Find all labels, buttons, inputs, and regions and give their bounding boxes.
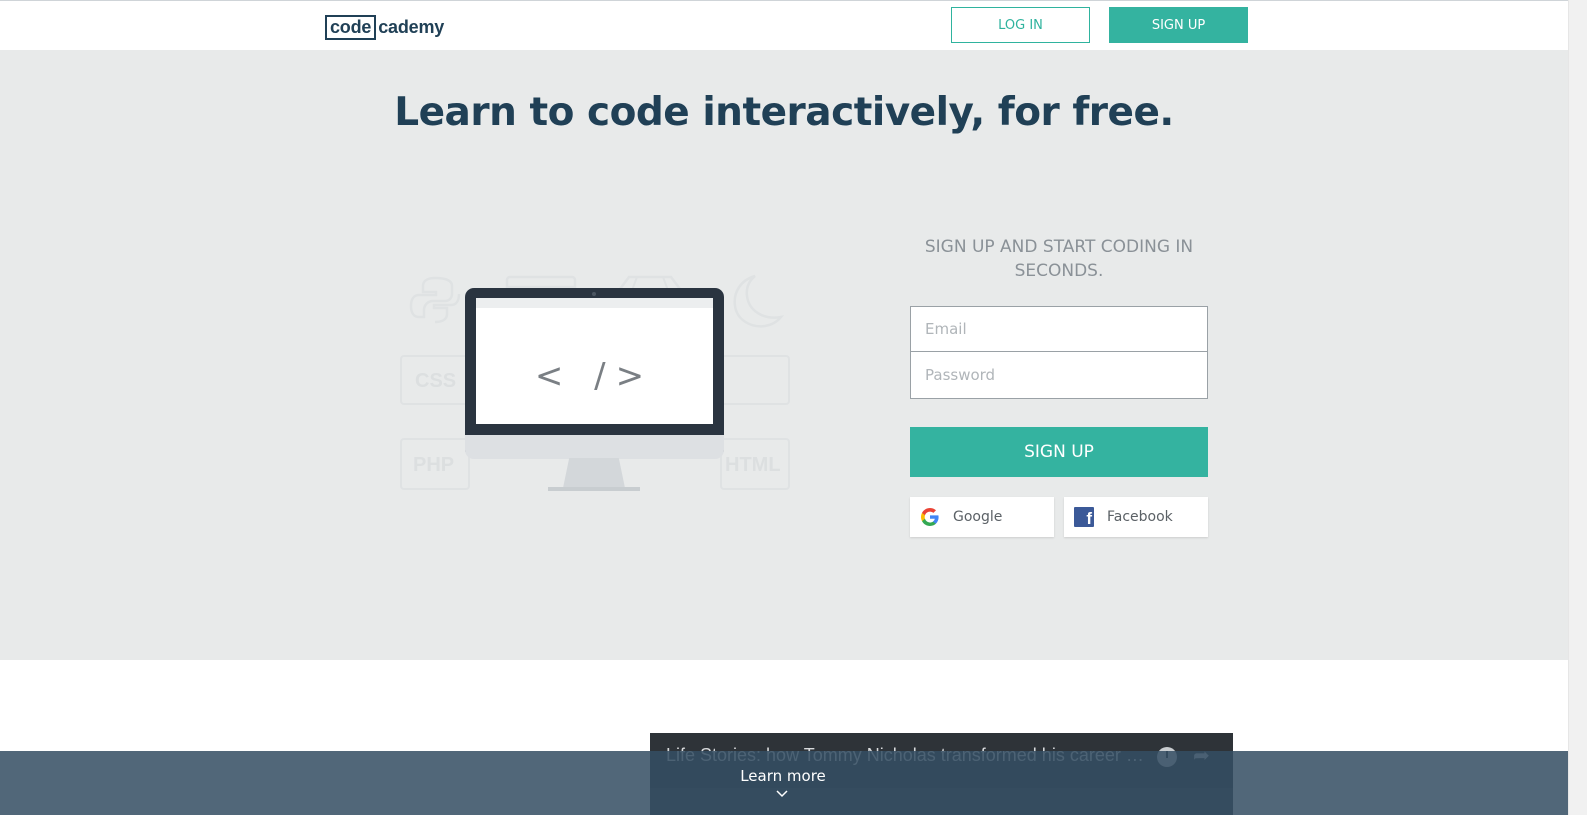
ghost-php-label: PHP xyxy=(413,454,455,476)
monitor-screen: < /> xyxy=(476,298,713,424)
signup-form-heading: SIGN UP AND START CODING IN SECONDS. xyxy=(924,237,1194,281)
facebook-icon: f xyxy=(1074,507,1094,527)
site-header: code cademy LOG IN SIGN UP xyxy=(0,1,1568,50)
email-field[interactable] xyxy=(910,306,1208,352)
moon-icon xyxy=(733,274,785,328)
monitor-camera xyxy=(592,292,596,296)
page-scrollbar[interactable] xyxy=(1568,0,1587,815)
logo-code-box: code xyxy=(325,14,377,40)
google-label: Google xyxy=(953,509,1003,525)
login-button[interactable]: LOG IN xyxy=(951,7,1090,43)
google-icon xyxy=(920,507,940,527)
ghost-css-label: CSS xyxy=(415,370,457,392)
hero-illustration: CSS PHP HTML < /> xyxy=(395,220,795,510)
header-signup-button[interactable]: SIGN UP xyxy=(1109,7,1248,43)
code-tag-glyph: < /> xyxy=(534,356,655,396)
facebook-label: Facebook xyxy=(1107,509,1173,525)
learn-more-link[interactable]: Learn more xyxy=(0,767,1566,785)
python-icon xyxy=(409,276,461,324)
page: code cademy LOG IN SIGN UP Learn to code… xyxy=(0,0,1568,815)
ghost-html-label: HTML xyxy=(725,454,781,476)
password-field[interactable] xyxy=(910,351,1208,399)
codecademy-logo[interactable]: code cademy xyxy=(325,14,444,40)
google-signup-button[interactable]: Google xyxy=(910,497,1054,537)
hero-section: Learn to code interactively, for free. C… xyxy=(0,50,1568,660)
monitor-chin xyxy=(465,435,724,459)
monitor-illustration: < /> xyxy=(465,288,724,459)
chevron-down-icon[interactable] xyxy=(775,789,789,799)
monitor-base xyxy=(548,487,640,491)
hero-headline: Learn to code interactively, for free. xyxy=(394,90,1174,135)
logo-cademy: cademy xyxy=(378,16,445,37)
monitor-stand xyxy=(563,458,625,488)
signup-form: SIGN UP AND START CODING IN SECONDS. SIG… xyxy=(910,235,1208,537)
signup-submit-button[interactable]: SIGN UP xyxy=(910,427,1208,477)
learn-more-bar: Learn more xyxy=(0,751,1568,815)
ghost-box-right-top xyxy=(720,355,790,405)
facebook-signup-button[interactable]: f Facebook xyxy=(1064,497,1208,537)
